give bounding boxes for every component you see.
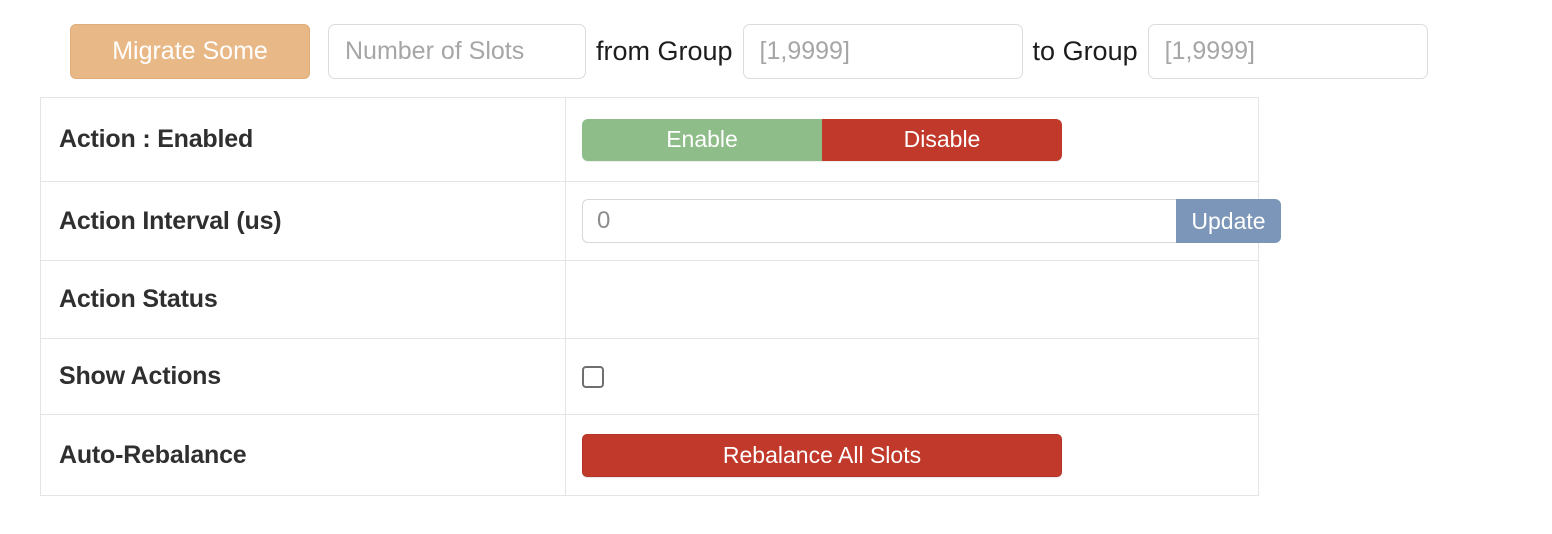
to-group-input[interactable] [1147, 24, 1428, 79]
row-label-action-status: Action Status [40, 260, 566, 339]
table-row-action-status: Action Status [40, 260, 1259, 339]
enable-button[interactable]: Enable [582, 118, 822, 161]
rebalance-all-slots-button[interactable]: Rebalance All Slots [582, 433, 1062, 477]
table-row-action-interval: Action Interval (us) Update [40, 181, 1281, 261]
migrate-some-button[interactable]: Migrate Some [70, 24, 310, 79]
row-label-show-actions: Show Actions [40, 338, 566, 415]
row-label-auto-rebalance: Auto-Rebalance [40, 414, 566, 496]
show-actions-checkbox[interactable] [582, 365, 604, 388]
table-row-show-actions: Show Actions [40, 338, 1259, 415]
table-row-action-enabled: Action : Enabled Enable Disable [40, 97, 1259, 182]
from-group-input[interactable] [742, 24, 1023, 79]
action-interval-input-group: Update [582, 199, 1281, 243]
row-value-auto-rebalance: Rebalance All Slots [565, 414, 1259, 496]
enable-disable-toggle-group: Enable Disable [582, 118, 1062, 161]
settings-table: Action : Enabled Enable Disable Action I… [40, 97, 1281, 496]
action-status-value [565, 260, 1259, 339]
row-label-action-enabled: Action : Enabled [40, 97, 566, 182]
to-group-label: to Group [1032, 36, 1138, 66]
update-button[interactable]: Update [1176, 199, 1281, 243]
row-label-action-interval: Action Interval (us) [40, 181, 566, 261]
table-row-auto-rebalance: Auto-Rebalance Rebalance All Slots [40, 414, 1259, 496]
action-interval-input[interactable] [582, 199, 1176, 243]
number-of-slots-input[interactable] [328, 24, 586, 79]
migrate-toolbar: Migrate Some from Group to Group [70, 24, 1428, 79]
from-group-label: from Group [596, 36, 733, 66]
row-value-show-actions [565, 338, 1259, 415]
disable-button[interactable]: Disable [822, 118, 1062, 161]
row-value-action-enabled: Enable Disable [565, 97, 1259, 182]
row-value-action-interval: Update [565, 181, 1281, 261]
